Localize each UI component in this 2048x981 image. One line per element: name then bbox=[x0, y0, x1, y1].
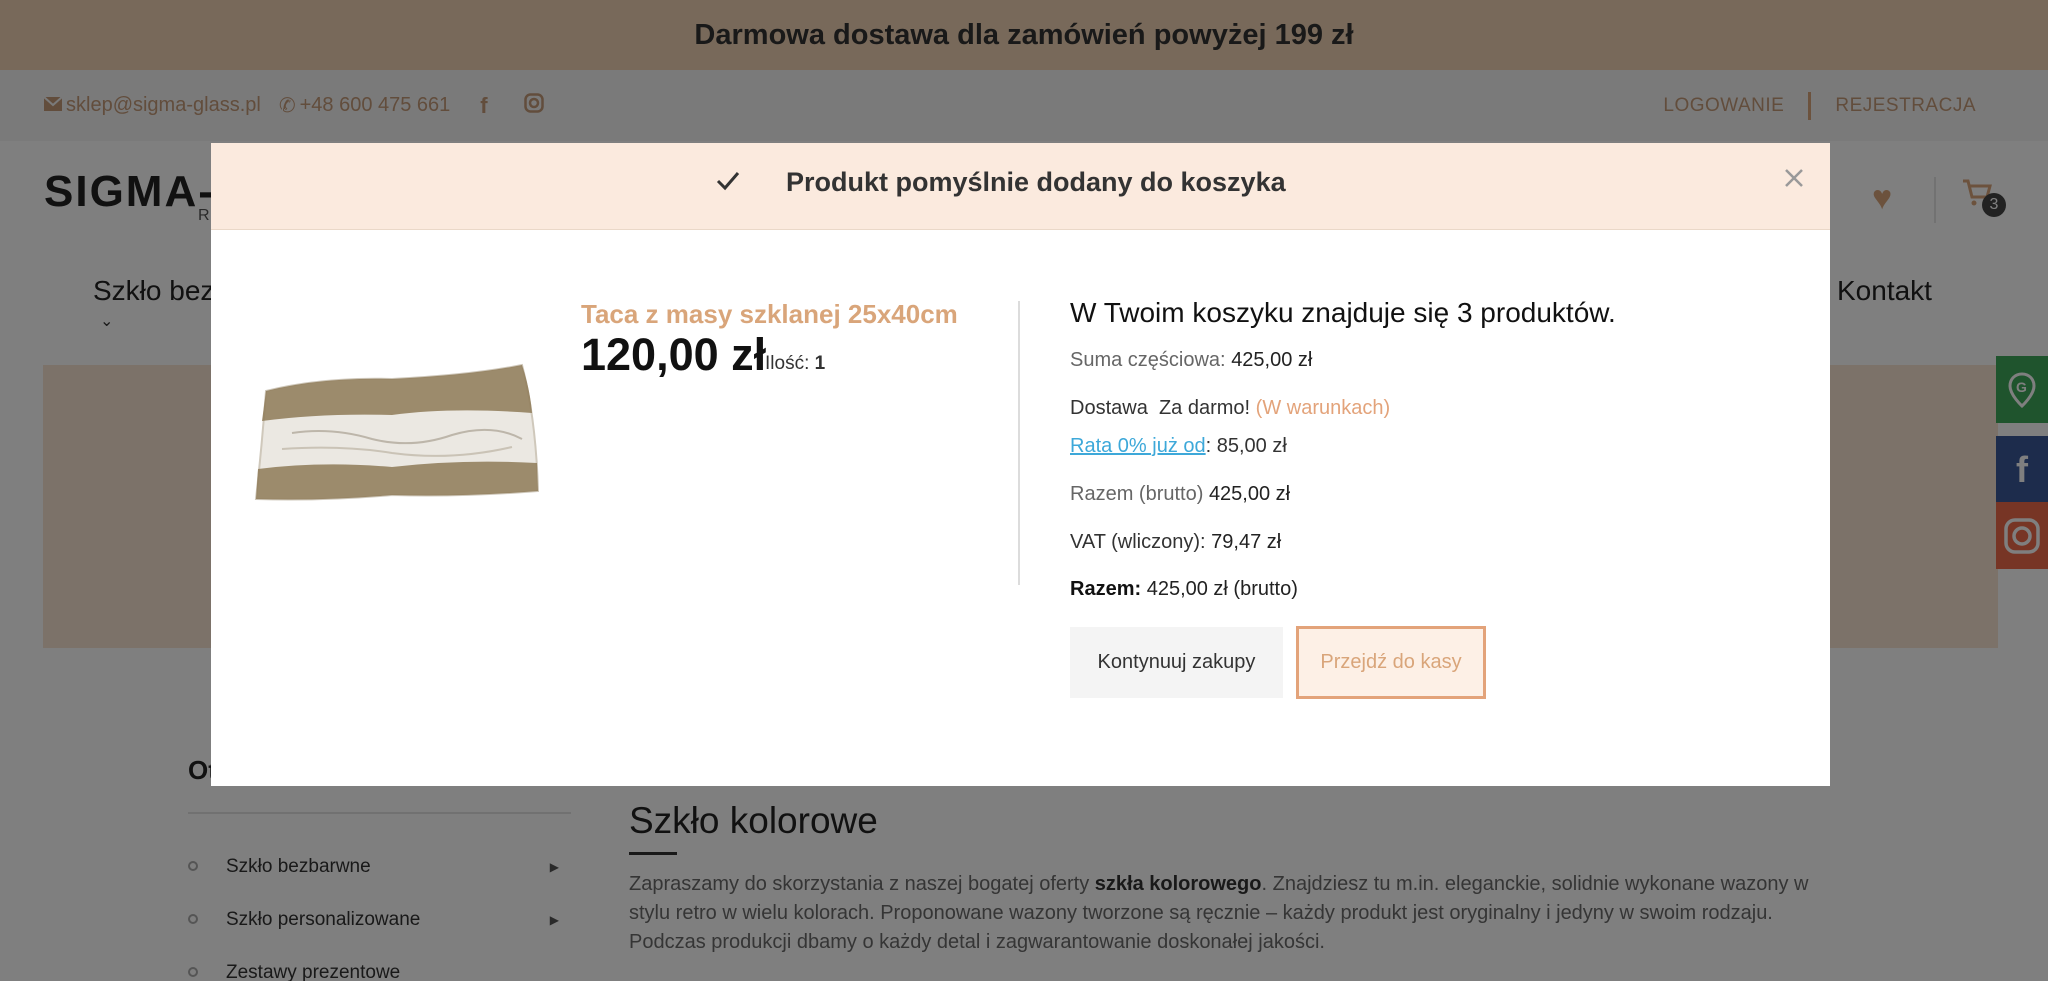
total-label: Razem: bbox=[1070, 578, 1142, 600]
quantity-label: Ilość: bbox=[765, 353, 810, 374]
shipping-value: Za darmo! bbox=[1158, 397, 1251, 419]
continue-shopping-button[interactable]: Kontynuuj zakupy bbox=[1070, 627, 1283, 698]
check-icon bbox=[715, 167, 741, 201]
subtotal-row: Suma częściowa: 425,00 zł bbox=[1070, 349, 1312, 372]
vat-row: VAT (wliczony): 79,47 zł bbox=[1070, 531, 1281, 554]
gross-total-label: Razem (brutto) bbox=[1070, 483, 1204, 505]
installment-row: Rata 0% już od: 85,00 zł bbox=[1070, 435, 1287, 458]
subtotal-label: Suma częściowa: bbox=[1070, 349, 1226, 371]
product-quantity: Ilość: 1 bbox=[765, 353, 825, 375]
product-price: 120,00 zł bbox=[581, 329, 767, 380]
cart-summary-heading: W Twoim koszyku znajduje się 3 produktów… bbox=[1070, 297, 1616, 328]
gross-total-value: 425,00 zł bbox=[1208, 483, 1291, 505]
vat-value: 79,47 zł bbox=[1211, 531, 1282, 553]
quantity-value: 1 bbox=[814, 353, 826, 374]
product-name[interactable]: Taca z masy szklanej 25x40cm bbox=[581, 299, 958, 330]
total-row: Razem: 425,00 zł (brutto) bbox=[1070, 578, 1298, 601]
modal-divider bbox=[1018, 301, 1020, 585]
vat-label: VAT (wliczony): bbox=[1070, 531, 1206, 553]
subtotal-value: 425,00 zł bbox=[1231, 349, 1313, 371]
gross-total-row: Razem (brutto) 425,00 zł bbox=[1070, 483, 1290, 506]
installment-link[interactable]: Rata 0% już od bbox=[1070, 435, 1206, 457]
add-to-cart-modal: Produkt pomyślnie dodany do koszyka Taca… bbox=[211, 143, 1830, 786]
shipping-row: Dostawa Za darmo! (W warunkach) bbox=[1070, 397, 1390, 420]
total-value: 425,00 zł (brutto) bbox=[1146, 578, 1298, 600]
shipping-conditions-link[interactable]: (W warunkach) bbox=[1256, 397, 1390, 419]
modal-header: Produkt pomyślnie dodany do koszyka bbox=[211, 143, 1830, 230]
installment-value: : 85,00 zł bbox=[1205, 435, 1287, 457]
shipping-label: Dostawa bbox=[1070, 397, 1148, 419]
close-icon[interactable] bbox=[1783, 163, 1805, 197]
checkout-button[interactable]: Przejdź do kasy bbox=[1296, 626, 1486, 699]
product-image bbox=[252, 349, 540, 509]
modal-title: Produkt pomyślnie dodany do koszyka bbox=[786, 167, 1286, 197]
